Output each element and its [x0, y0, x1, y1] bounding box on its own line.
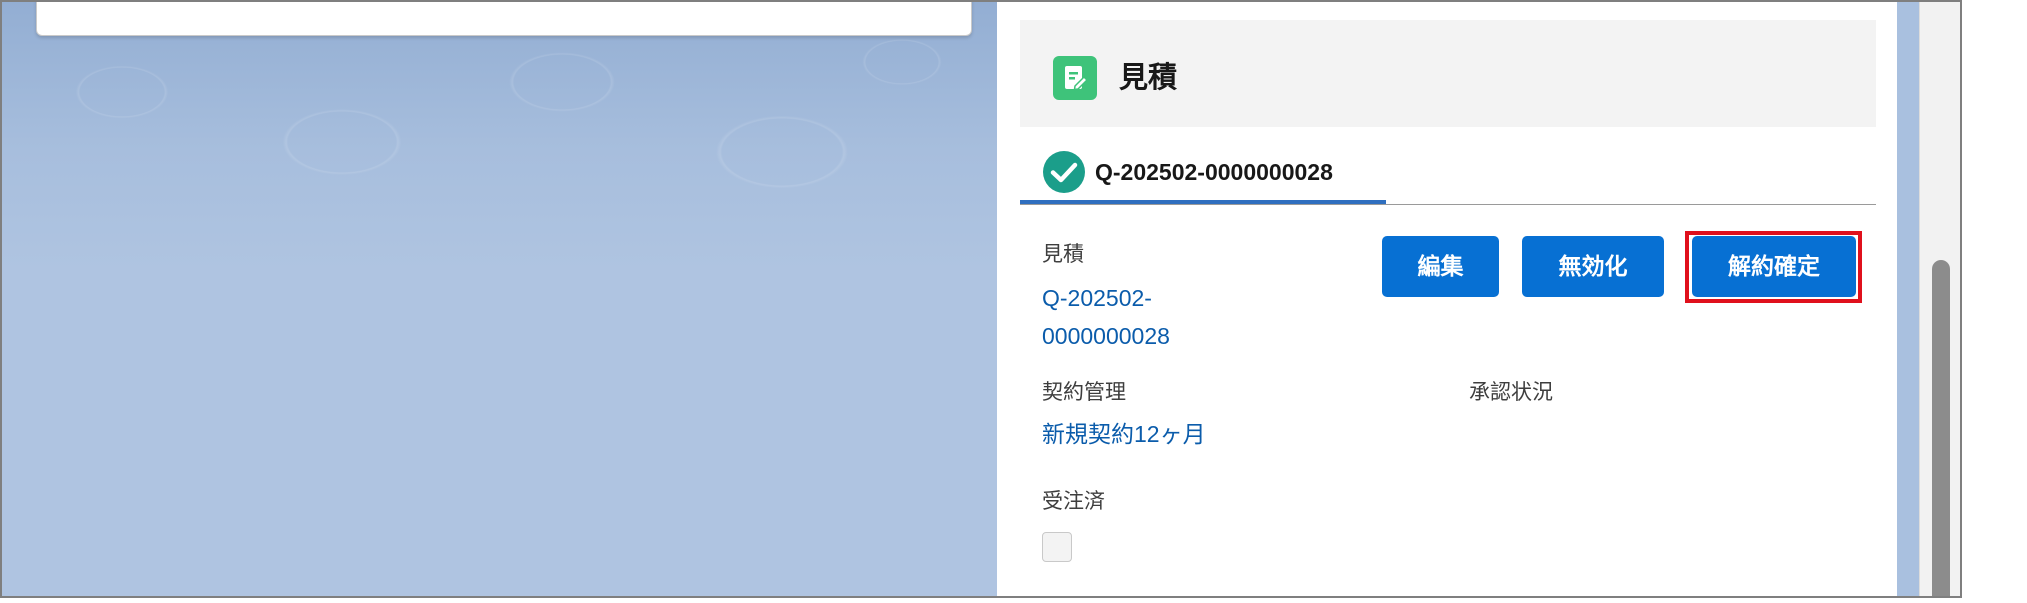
tab-label: Q-202502-0000000028	[1095, 159, 1333, 185]
quote-link-line2[interactable]: 0000000028	[1042, 317, 1170, 355]
quote-icon	[1053, 56, 1097, 100]
contract-link[interactable]: 新規契約12ヶ月	[1042, 415, 1206, 453]
disable-button[interactable]: 無効化	[1522, 236, 1664, 297]
panel-title: 見積	[1119, 62, 1178, 94]
approval-field-label: 承認状況	[1469, 381, 1553, 404]
contract-field-label: 契約管理	[1042, 381, 1126, 404]
check-circle-icon	[1042, 150, 1086, 194]
top-card	[36, 2, 972, 36]
ordered-checkbox[interactable]	[1042, 532, 1072, 562]
scrollbar-thumb[interactable]	[1932, 260, 1950, 596]
background-right	[1897, 2, 1919, 596]
background-left	[2, 2, 997, 596]
panel-header: 見積	[1020, 20, 1876, 127]
scrollbar-track[interactable]	[1919, 2, 1960, 596]
background-pattern	[2, 2, 997, 262]
quote-field-label: 見積	[1042, 243, 1084, 266]
tab-divider	[1020, 204, 1876, 205]
ordered-field-label: 受注済	[1042, 490, 1105, 513]
screenshot-frame: 見積 Q-202502-0000000028 見積 Q-202502- 0000…	[0, 0, 1962, 598]
quote-link-line1[interactable]: Q-202502-	[1042, 279, 1152, 317]
edit-button[interactable]: 編集	[1382, 236, 1499, 297]
tab-quote-record[interactable]: Q-202502-0000000028	[1020, 142, 1386, 204]
confirm-cancellation-button[interactable]: 解約確定	[1692, 236, 1856, 297]
